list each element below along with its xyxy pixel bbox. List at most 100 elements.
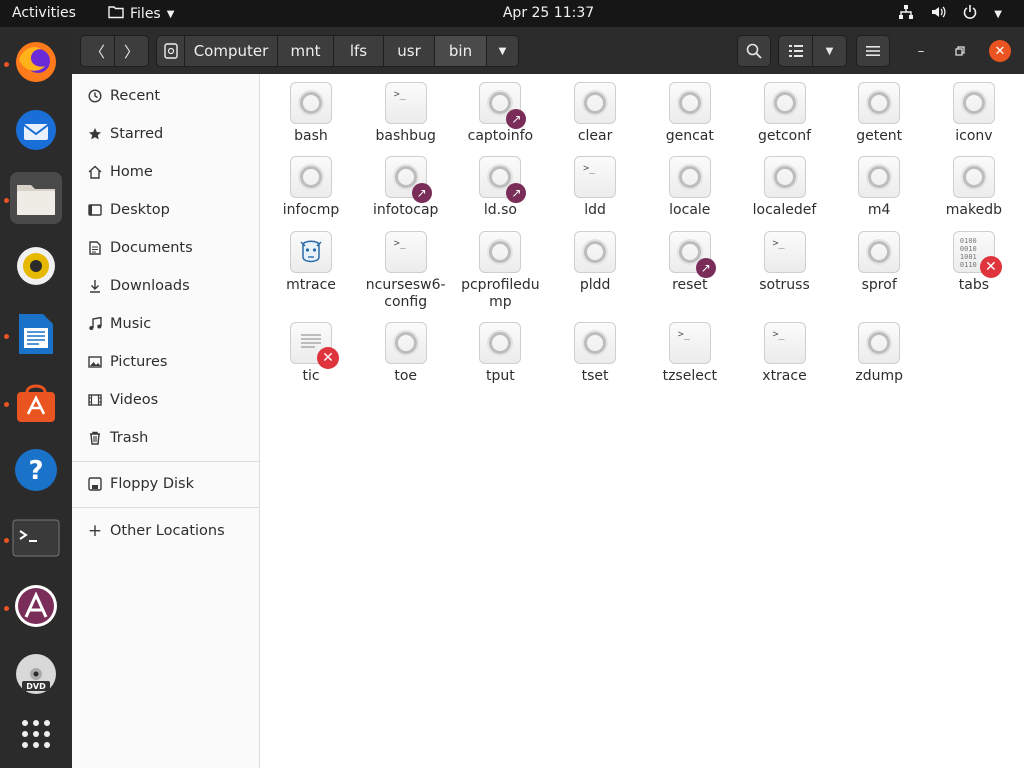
picture-icon	[85, 356, 105, 368]
updater-launcher[interactable]	[10, 580, 62, 632]
running-indicator	[4, 334, 9, 339]
file-item[interactable]: m4	[832, 156, 926, 219]
file-item[interactable]: tput	[453, 322, 547, 385]
breadcrumb-mnt[interactable]: mnt	[277, 35, 334, 67]
binary-file-icon: 0100 0010 1001 0110 ✕	[952, 231, 1002, 278]
file-item[interactable]: ↗ infotocap	[359, 156, 453, 219]
clock[interactable]: Apr 25 11:37	[0, 5, 1024, 21]
script-icon: >_	[763, 322, 806, 364]
svg-text:DVD: DVD	[26, 682, 46, 691]
thunderbird-launcher[interactable]	[10, 104, 62, 156]
close-button[interactable]: ✕	[989, 40, 1011, 62]
help-launcher[interactable]: ?	[10, 444, 62, 496]
broken-link-badge-icon: ✕	[979, 256, 1002, 278]
file-item[interactable]: >_ ncursesw6- config	[359, 231, 453, 311]
terminal-launcher[interactable]	[10, 512, 62, 564]
breadcrumb-lfs[interactable]: lfs	[333, 35, 384, 67]
sidebar-item-starred[interactable]: Starred	[72, 115, 260, 153]
file-name: bashbug	[375, 128, 436, 144]
file-item[interactable]: ✕ tic	[264, 322, 358, 385]
search-button[interactable]	[737, 35, 771, 67]
file-item[interactable]: getent	[832, 82, 926, 145]
sidebar-item-desktop[interactable]: Desktop	[72, 191, 260, 229]
file-name: tput	[486, 368, 515, 384]
file-item[interactable]: getconf	[738, 82, 832, 145]
script-icon: >_	[384, 231, 427, 273]
sidebar-item-recent[interactable]: Recent	[72, 77, 260, 115]
path-menu-button[interactable]: ▼	[486, 35, 519, 67]
file-item[interactable]: toe	[359, 322, 453, 385]
sidebar-item-pictures[interactable]: Pictures	[72, 343, 260, 381]
floppy-icon	[85, 477, 105, 491]
file-name: ldd	[584, 202, 606, 218]
sidebar-item-videos[interactable]: Videos	[72, 381, 260, 419]
clock-icon	[85, 89, 105, 103]
back-button[interactable]: 〈	[80, 35, 115, 67]
dvd-launcher[interactable]: DVD	[10, 648, 62, 700]
sidebar-item-downloads[interactable]: Downloads	[72, 267, 260, 305]
file-name-line: mp	[489, 294, 512, 310]
sidebar-item-other-locations[interactable]: + Other Locations	[72, 512, 260, 550]
file-item[interactable]: infocmp	[264, 156, 358, 219]
sidebar-divider	[72, 461, 260, 462]
sidebar-item-documents[interactable]: Documents	[72, 229, 260, 267]
sidebar-item-label: Starred	[110, 126, 164, 142]
file-item[interactable]: >_ ldd	[548, 156, 642, 219]
file-item[interactable]: ↗ captoinfo	[453, 82, 547, 145]
breadcrumb-usr[interactable]: usr	[383, 35, 435, 67]
rhythmbox-launcher[interactable]	[10, 240, 62, 292]
file-item[interactable]: pldd	[548, 231, 642, 294]
file-item[interactable]: pcprofiledu mp	[453, 231, 547, 311]
system-menu[interactable]: ▼	[898, 4, 1002, 24]
file-name: sotruss	[759, 277, 810, 293]
terminal-icon	[12, 519, 60, 557]
file-item[interactable]: ↗ ld.so	[453, 156, 547, 219]
sidebar-item-home[interactable]: Home	[72, 153, 260, 191]
file-item[interactable]: ↗ reset	[643, 231, 737, 294]
executable-icon	[952, 156, 995, 198]
file-name: tset	[581, 368, 609, 384]
executable-icon	[858, 322, 901, 364]
help-icon: ?	[15, 449, 57, 491]
sidebar-item-music[interactable]: Music	[72, 305, 260, 343]
file-item[interactable]: iconv	[927, 82, 1021, 145]
file-item[interactable]: >_bashbug	[359, 82, 453, 145]
sidebar-item-trash[interactable]: Trash	[72, 419, 260, 457]
firefox-launcher[interactable]	[10, 36, 62, 88]
file-item[interactable]: zdump	[832, 322, 926, 385]
software-launcher[interactable]	[10, 376, 62, 428]
main-menu-button[interactable]	[856, 35, 890, 67]
files-launcher[interactable]	[10, 172, 62, 224]
file-item[interactable]: mtrace	[264, 231, 358, 294]
music-icon	[85, 317, 105, 331]
top-bar: Activities Files ▼ Apr 25 11:37 ▼	[0, 0, 1024, 27]
sidebar-item-floppy-disk[interactable]: Floppy Disk	[72, 465, 260, 503]
view-options-button[interactable]: ▼	[812, 35, 847, 67]
file-item[interactable]: bash	[264, 82, 358, 145]
forward-button[interactable]: 〉	[114, 35, 149, 67]
file-item[interactable]: sprof	[832, 231, 926, 294]
file-item[interactable]: locale	[643, 156, 737, 219]
file-item[interactable]: makedb	[927, 156, 1021, 219]
breadcrumb-computer[interactable]: Computer	[184, 35, 278, 67]
drive-icon-button[interactable]	[156, 35, 185, 67]
file-item[interactable]: >_ sotruss	[738, 231, 832, 294]
show-applications-button[interactable]	[10, 708, 62, 760]
file-item[interactable]: >_ tzselect	[643, 322, 737, 385]
minimize-button[interactable]: –	[910, 40, 932, 62]
file-item[interactable]: gencat	[643, 82, 737, 145]
file-item[interactable]: >_ xtrace	[738, 322, 832, 385]
view-list-button[interactable]	[778, 35, 813, 67]
file-item[interactable]: clear	[548, 82, 642, 145]
writer-launcher[interactable]	[10, 308, 62, 360]
file-item[interactable]: 0100 0010 1001 0110 ✕ tabs	[927, 231, 1021, 294]
executable-icon	[290, 82, 332, 124]
file-item[interactable]: tset	[548, 322, 642, 385]
script-icon: >_	[384, 82, 427, 124]
file-item[interactable]: localedef	[738, 156, 832, 219]
plus-icon: +	[87, 521, 103, 541]
maximize-button[interactable]	[949, 40, 971, 62]
breadcrumb-bin[interactable]: bin	[434, 35, 487, 67]
executable-icon	[668, 156, 711, 198]
file-name: m4	[867, 202, 891, 218]
